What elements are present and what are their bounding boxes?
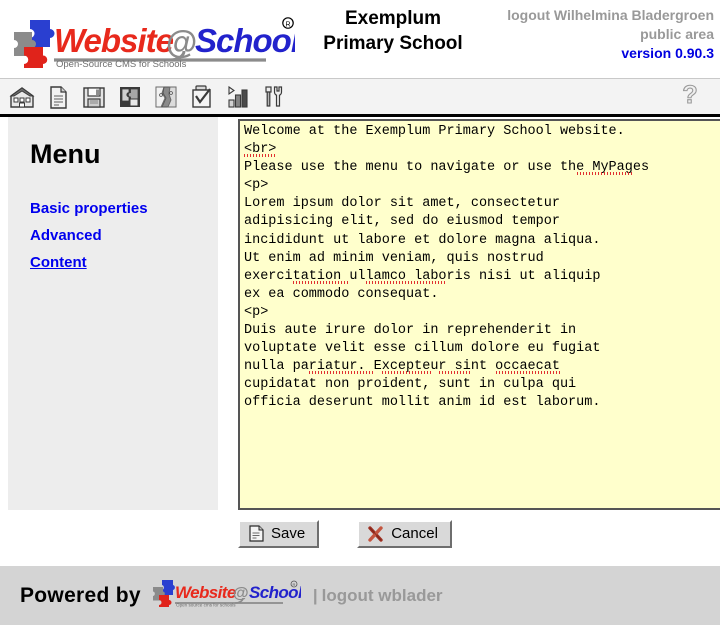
powered-by-label: Powered by (20, 583, 141, 607)
areas-icon (152, 83, 180, 111)
save-button[interactable]: Save (238, 520, 320, 548)
toolbar-modules-button[interactable] (114, 81, 146, 113)
svg-text:@: @ (233, 585, 249, 602)
content-textarea[interactable] (238, 119, 720, 510)
svg-text:School: School (195, 22, 295, 59)
menu-title: Menu (30, 139, 101, 169)
save-icon (80, 83, 108, 111)
tasks-icon (188, 83, 216, 111)
toolbar-statistics-button[interactable] (222, 81, 254, 113)
toolbar-help-button[interactable]: ? (674, 80, 706, 114)
header-status: logout Wilhelmina Bladergroen public are… (507, 6, 714, 63)
svg-text:Website: Website (54, 22, 174, 59)
school-title-line1: Exemplum (344, 8, 442, 29)
logo-tagline: Open-Source CMS for Schools (56, 59, 187, 70)
header-area-label: public area (640, 26, 714, 42)
statistics-icon (224, 83, 252, 111)
svg-text:?: ? (682, 81, 697, 109)
toolbar-areas-button[interactable] (150, 81, 182, 113)
save-button-label: Save (271, 525, 306, 542)
app-window: Website @ School R Open-Source CMS for S… (0, 0, 720, 625)
save-document-icon (249, 525, 264, 542)
toolbar-save-button[interactable] (78, 81, 110, 113)
cancel-button[interactable]: Cancel (357, 520, 452, 548)
svg-text:R: R (292, 582, 295, 587)
school-title: Exemplum Primary School (318, 6, 468, 56)
toolbar-home-button[interactable] (6, 81, 38, 113)
help-question-icon: ? (676, 80, 704, 114)
sidebar-item-content[interactable]: Content (30, 249, 210, 276)
toolbar-tasks-button[interactable] (186, 81, 218, 113)
page-icon (44, 83, 72, 111)
school-title-line2: Primary School (323, 33, 463, 54)
website-at-school-logo: Website @ School R Open-Source CMS for S… (10, 14, 295, 70)
page-footer: Powered by Website @ School R Open sourc (0, 566, 720, 625)
footer-separator: | (312, 585, 318, 605)
modules-icon (116, 83, 144, 111)
sidebar-item-advanced[interactable]: Advanced (30, 222, 210, 249)
main-content: Menu Basic properties Advanced Content W… (0, 117, 720, 564)
toolbar-page-button[interactable] (42, 81, 74, 113)
tools-icon (260, 83, 288, 111)
main-toolbar: ? (0, 78, 720, 115)
cancel-button-label: Cancel (391, 525, 438, 542)
sidebar-item-basic-properties[interactable]: Basic properties (30, 195, 210, 222)
footer-website-at-school-logo: Website @ School R Open source cms for s… (151, 578, 304, 613)
form-actions: Save Cancel (238, 520, 452, 548)
svg-text:R: R (285, 22, 290, 29)
content-editor-wrap (238, 119, 720, 512)
header-version-label: version 0.90.3 (621, 45, 714, 61)
menu-list: Basic properties Advanced Content (30, 195, 210, 276)
sidebar-menu: Menu Basic properties Advanced Content (8, 117, 218, 510)
cancel-cross-icon (368, 525, 384, 542)
header-logout-link[interactable]: logout Wilhelmina Bladergroen (507, 6, 714, 25)
svg-text:Website: Website (175, 583, 236, 602)
footer-logout-link[interactable]: logout wblader (322, 586, 443, 606)
home-icon (8, 83, 36, 111)
footer-logo-tagline: Open source cms for schools (176, 603, 236, 608)
page-header: Website @ School R Open-Source CMS for S… (0, 0, 720, 78)
toolbar-tools-button[interactable] (258, 81, 290, 113)
